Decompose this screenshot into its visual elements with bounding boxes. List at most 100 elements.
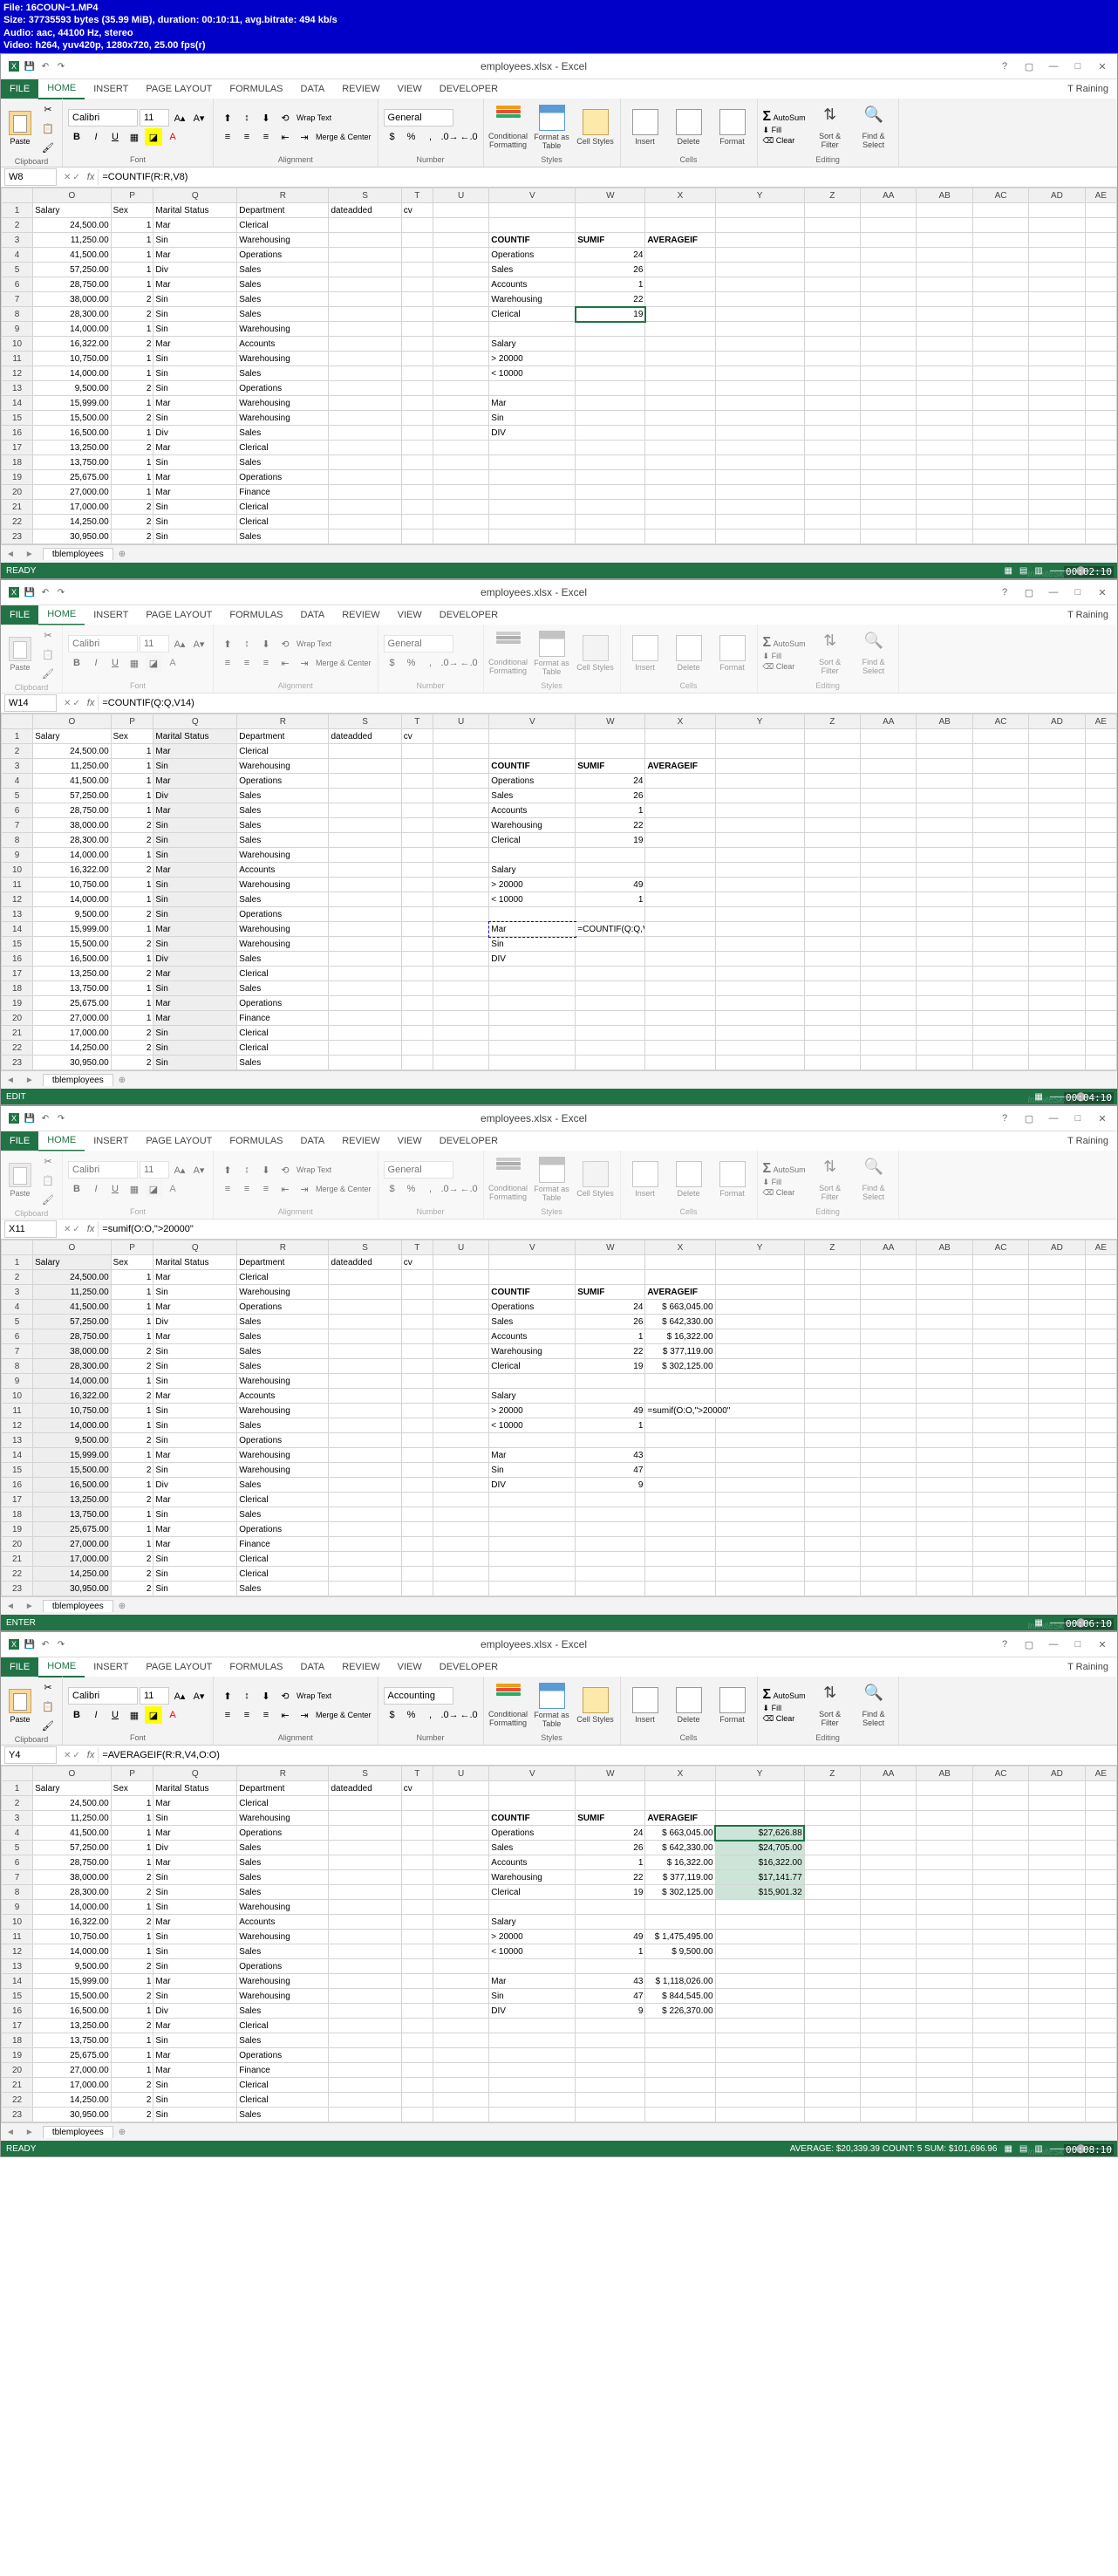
align-middle-icon[interactable]: ↕ xyxy=(238,1161,256,1179)
merge-center-button[interactable]: Merge & Center xyxy=(315,654,372,672)
increase-indent-icon[interactable]: ⇥ xyxy=(296,128,313,146)
increase-indent-icon[interactable]: ⇥ xyxy=(296,1180,313,1198)
increase-indent-icon[interactable]: ⇥ xyxy=(296,654,313,672)
align-center-icon[interactable]: ≡ xyxy=(238,1180,256,1198)
wrap-text-button[interactable]: Wrap Text xyxy=(296,109,332,126)
maximize-icon[interactable]: □ xyxy=(1067,58,1089,74)
col-header-R[interactable]: R xyxy=(237,1240,329,1255)
sheet-tab[interactable]: tblemployees xyxy=(43,2126,113,2138)
cut-icon[interactable]: ✂ xyxy=(39,626,57,644)
tab-formulas[interactable]: FORMULAS xyxy=(221,1131,291,1151)
close-icon[interactable]: ✕ xyxy=(1091,1110,1114,1126)
align-left-icon[interactable]: ≡ xyxy=(219,1706,236,1724)
sheet-nav-prev-icon[interactable]: ◄ xyxy=(1,1602,20,1611)
format-as-table-button[interactable]: Format as Table xyxy=(533,1157,571,1202)
tab-developer[interactable]: DEVELOPER xyxy=(431,1657,507,1677)
underline-button[interactable]: U xyxy=(106,1180,124,1198)
format-painter-icon[interactable]: 🖌 xyxy=(39,1717,57,1734)
delete-cells-button[interactable]: Delete xyxy=(670,109,708,146)
col-header-U[interactable]: U xyxy=(433,714,488,729)
cancel-formula-icon[interactable]: ✕ xyxy=(64,1225,71,1234)
decrease-indent-icon[interactable]: ⇤ xyxy=(276,128,294,146)
col-header-T[interactable]: T xyxy=(401,1240,433,1255)
col-header-U[interactable]: U xyxy=(433,188,488,203)
decrease-decimal-icon[interactable]: ←.0 xyxy=(460,654,478,672)
align-center-icon[interactable]: ≡ xyxy=(238,1706,256,1724)
col-header-O[interactable]: O xyxy=(33,1766,112,1781)
col-header-P[interactable]: P xyxy=(111,188,153,203)
format-as-table-button[interactable]: Format as Table xyxy=(533,105,571,150)
currency-icon[interactable]: $ xyxy=(384,128,401,146)
format-as-table-button[interactable]: Format as Table xyxy=(533,631,571,676)
align-center-icon[interactable]: ≡ xyxy=(238,654,256,672)
add-sheet-icon[interactable]: ⊕ xyxy=(113,1076,131,1085)
col-header-Q[interactable]: Q xyxy=(153,714,237,729)
decrease-indent-icon[interactable]: ⇤ xyxy=(276,654,294,672)
format-painter-icon[interactable]: 🖌 xyxy=(39,139,57,156)
tab-review[interactable]: REVIEW xyxy=(333,79,388,99)
col-header-AA[interactable]: AA xyxy=(861,714,917,729)
col-header-O[interactable]: O xyxy=(33,714,112,729)
select-all[interactable] xyxy=(2,1240,33,1255)
name-box[interactable]: X11 xyxy=(4,1220,57,1238)
tab-review[interactable]: REVIEW xyxy=(333,1131,388,1151)
currency-icon[interactable]: $ xyxy=(384,654,401,672)
col-header-V[interactable]: V xyxy=(489,714,576,729)
shrink-font-icon[interactable]: A▾ xyxy=(190,1161,208,1179)
tab-file[interactable]: FILE xyxy=(1,1131,38,1151)
tab-file[interactable]: FILE xyxy=(1,79,38,99)
col-header-AB[interactable]: AB xyxy=(917,714,972,729)
col-header-AA[interactable]: AA xyxy=(861,188,917,203)
tab-pagelayout[interactable]: PAGE LAYOUT xyxy=(137,1131,221,1151)
view-pagelayout-icon[interactable]: ▤ xyxy=(1019,2144,1027,2154)
col-header-W[interactable]: W xyxy=(576,1240,645,1255)
col-header-AA[interactable]: AA xyxy=(861,1766,917,1781)
paste-button[interactable]: Paste xyxy=(6,1689,34,1724)
col-header-AC[interactable]: AC xyxy=(972,1240,1028,1255)
align-center-icon[interactable]: ≡ xyxy=(238,128,256,146)
undo-icon[interactable]: ↶ xyxy=(39,586,51,598)
tab-home[interactable]: HOME xyxy=(38,1657,85,1677)
col-header-AB[interactable]: AB xyxy=(917,188,972,203)
merge-center-button[interactable]: Merge & Center xyxy=(315,1706,372,1724)
tab-data[interactable]: DATA xyxy=(292,79,334,99)
tab-pagelayout[interactable]: PAGE LAYOUT xyxy=(137,1657,221,1677)
col-header-T[interactable]: T xyxy=(401,1766,433,1781)
align-left-icon[interactable]: ≡ xyxy=(219,1180,236,1198)
increase-decimal-icon[interactable]: .0→ xyxy=(441,654,459,672)
close-icon[interactable]: ✕ xyxy=(1091,58,1114,74)
tab-formulas[interactable]: FORMULAS xyxy=(221,1657,291,1677)
cell-styles-button[interactable]: Cell Styles xyxy=(576,1161,615,1198)
align-right-icon[interactable]: ≡ xyxy=(257,1180,275,1198)
sheet-nav-next-icon[interactable]: ► xyxy=(20,1602,39,1611)
add-sheet-icon[interactable]: ⊕ xyxy=(113,550,131,559)
redo-icon[interactable]: ↷ xyxy=(55,1112,67,1124)
col-header-AE[interactable]: AE xyxy=(1085,714,1116,729)
sort-filter-button[interactable]: ⇅Sort & Filter xyxy=(811,632,849,675)
col-header-P[interactable]: P xyxy=(111,1240,153,1255)
align-bottom-icon[interactable]: ⬇ xyxy=(257,1161,275,1179)
ribbon-options-icon[interactable]: ▢ xyxy=(1018,58,1040,74)
format-painter-icon[interactable]: 🖌 xyxy=(39,665,57,682)
find-select-button[interactable]: 🔍Find & Select xyxy=(855,1158,893,1201)
delete-cells-button[interactable]: Delete xyxy=(670,635,708,672)
font-name[interactable]: Calibri xyxy=(68,109,138,126)
percent-icon[interactable]: % xyxy=(403,654,420,672)
align-bottom-icon[interactable]: ⬇ xyxy=(257,109,275,126)
font-size[interactable]: 11 xyxy=(140,1687,169,1705)
bold-button[interactable]: B xyxy=(68,1706,85,1724)
sheet-tab-tblemployees[interactable]: tblemployees xyxy=(43,548,113,560)
bold-button[interactable]: B xyxy=(68,128,85,146)
underline-button[interactable]: U xyxy=(106,654,124,672)
fx-icon[interactable]: fx xyxy=(84,698,99,708)
close-icon[interactable]: ✕ xyxy=(1091,584,1114,600)
paste-button[interactable]: Paste xyxy=(6,1163,34,1198)
fill-button[interactable]: ⬇ Fill xyxy=(763,1178,806,1187)
enter-formula-icon[interactable]: ✓ xyxy=(72,1751,79,1760)
minimize-icon[interactable]: — xyxy=(1042,1636,1065,1652)
undo-icon[interactable]: ↶ xyxy=(39,1112,51,1124)
tab-file[interactable]: FILE xyxy=(1,1657,38,1677)
col-header-W[interactable]: W xyxy=(576,714,645,729)
insert-cells-button[interactable]: Insert xyxy=(626,635,665,672)
align-top-icon[interactable]: ⬆ xyxy=(219,1161,236,1179)
